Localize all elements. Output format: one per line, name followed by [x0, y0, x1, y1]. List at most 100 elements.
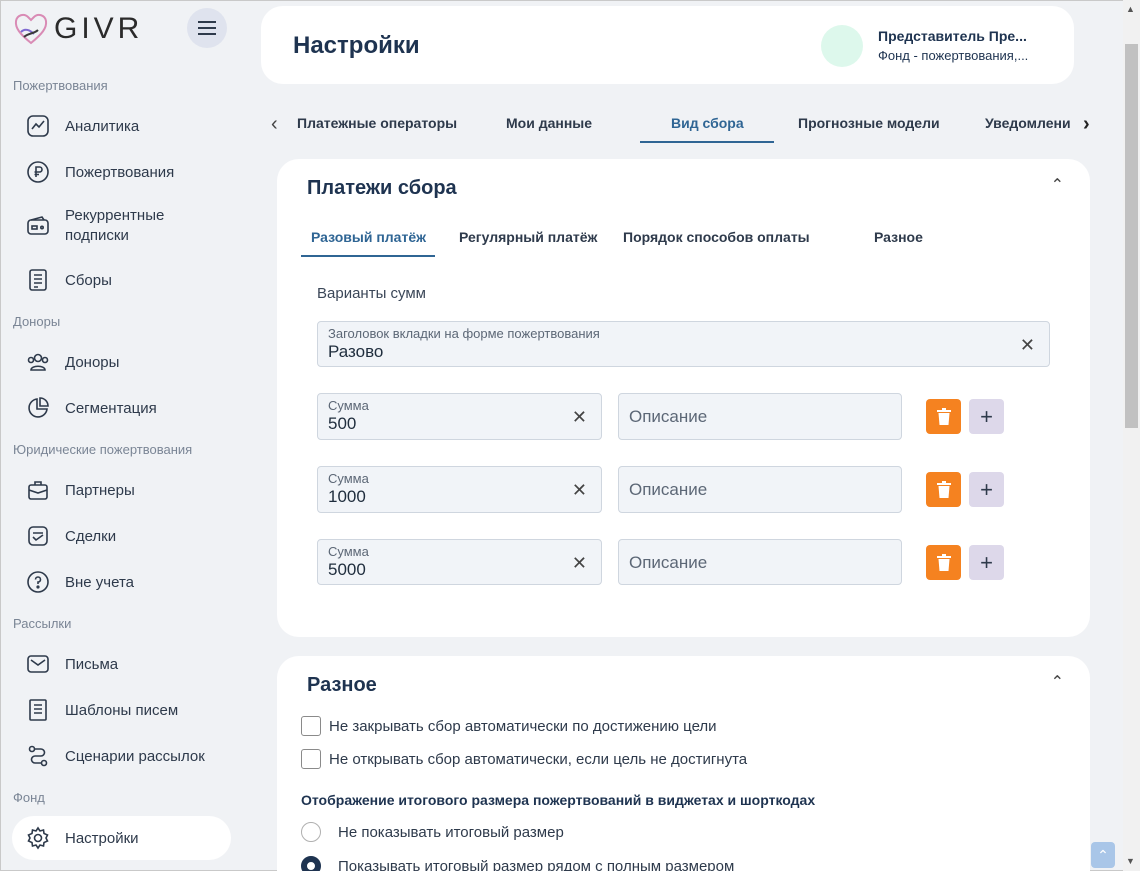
- sum-input[interactable]: Сумма 1000 ✕: [317, 466, 602, 513]
- scroll-to-top-button[interactable]: ⌃: [1091, 842, 1115, 868]
- scroll-down-arrow-icon[interactable]: ▼: [1126, 856, 1135, 866]
- sidebar-item-recurring[interactable]: Рекуррентные подписки: [12, 206, 231, 246]
- sidebar-item-scenarios[interactable]: Сценарии рассылок: [12, 742, 231, 770]
- description-input[interactable]: Описание: [618, 539, 902, 585]
- users-icon: [25, 349, 51, 375]
- sum-input[interactable]: Сумма 5000 ✕: [317, 539, 602, 585]
- sum-input[interactable]: Сумма 500 ✕: [317, 393, 602, 440]
- briefcase-icon: [25, 477, 51, 503]
- sidebar-item-label: Аналитика: [65, 117, 140, 135]
- sidebar-item-label: Письма: [65, 655, 119, 673]
- sidebar-item-label: Доноры: [65, 353, 120, 371]
- sidebar-item-donations[interactable]: Пожертвования: [12, 158, 231, 186]
- analytics-icon: [25, 113, 51, 139]
- avatar[interactable]: [821, 25, 863, 67]
- radio-button-selected[interactable]: [301, 856, 321, 871]
- plus-icon: +: [980, 549, 993, 575]
- logo[interactable]: GIVR: [12, 10, 143, 48]
- tab-my-data[interactable]: Мои данные: [506, 115, 592, 131]
- add-row-button[interactable]: +: [969, 399, 1004, 434]
- checkbox-row[interactable]: Не открывать сбор автоматически, если це…: [301, 749, 747, 769]
- subtab-payment-order[interactable]: Порядок способов оплаты: [623, 229, 810, 245]
- subtab-one-time[interactable]: Разовый платёж: [311, 229, 426, 245]
- sidebar-item-letters[interactable]: Письма: [12, 650, 231, 678]
- radio-button[interactable]: [301, 822, 321, 842]
- delete-row-button[interactable]: [926, 472, 961, 507]
- tab-forecast-models[interactable]: Прогнозные модели: [798, 115, 940, 131]
- tabs-next-arrow-icon[interactable]: ›: [1083, 113, 1090, 136]
- sum-value: 1000: [328, 487, 366, 506]
- subtab-misc[interactable]: Разное: [874, 229, 923, 245]
- description-placeholder: Описание: [629, 407, 708, 426]
- sidebar-item-partners[interactable]: Партнеры: [12, 476, 231, 504]
- trash-icon: [936, 408, 951, 425]
- sidebar-item-label: Пожертвования: [65, 163, 175, 181]
- plus-icon: +: [980, 476, 993, 502]
- delete-row-button[interactable]: [926, 545, 961, 580]
- sidebar-item-fundraisers[interactable]: Сборы: [12, 266, 231, 294]
- add-row-button[interactable]: +: [969, 545, 1004, 580]
- sidebar-item-label: Партнеры: [65, 481, 135, 499]
- tab-payment-operators[interactable]: Платежные операторы: [297, 115, 457, 131]
- ruble-icon: [25, 159, 51, 185]
- sidebar-item-templates[interactable]: Шаблоны писем: [12, 696, 231, 724]
- route-icon: [25, 743, 51, 769]
- radio-label: Показывать итоговый размер рядом с полны…: [338, 857, 735, 871]
- section-title-legal: Юридические пожертвования: [13, 442, 193, 457]
- question-icon: [25, 569, 51, 595]
- collapse-chevron-up-icon[interactable]: ⌃: [1051, 672, 1064, 692]
- checkbox-row[interactable]: Не закрывать сбор автоматически по дости…: [301, 716, 717, 736]
- subtab-regular[interactable]: Регулярный платёж: [459, 229, 597, 245]
- checkbox-label: Не открывать сбор автоматически, если це…: [329, 750, 748, 768]
- checkbox-label: Не закрывать сбор автоматически по дости…: [329, 717, 717, 735]
- section-title-donations: Пожертвования: [13, 78, 108, 93]
- tab-header-field[interactable]: Заголовок вкладки на форме пожертвования…: [317, 321, 1050, 367]
- sidebar-item-analytics[interactable]: Аналитика: [12, 112, 231, 140]
- page-scrollbar[interactable]: ▲ ▼: [1123, 0, 1140, 871]
- sidebar-item-label: Сборы: [65, 271, 112, 289]
- clear-icon[interactable]: ✕: [572, 480, 587, 501]
- sidebar-item-deals[interactable]: Сделки: [12, 522, 231, 550]
- scrollbar-thumb[interactable]: [1125, 44, 1138, 428]
- menu-toggle-button[interactable]: [187, 8, 227, 48]
- description-placeholder: Описание: [629, 480, 708, 499]
- active-subtab-indicator: [301, 255, 435, 257]
- sidebar-item-segmentation[interactable]: Сегментация: [12, 394, 231, 422]
- sidebar-item-settings[interactable]: Настройки: [12, 816, 231, 860]
- tab-notifications[interactable]: Уведомлени: [985, 115, 1070, 131]
- trash-icon: [936, 481, 951, 498]
- user-org[interactable]: Фонд - пожертвования,...: [878, 48, 1028, 63]
- page-title: Настройки: [293, 32, 420, 59]
- tabs-prev-arrow-icon[interactable]: ‹: [271, 113, 278, 136]
- tab-fundraiser-view[interactable]: Вид сбора: [671, 115, 744, 131]
- user-name[interactable]: Представитель Пре...: [878, 28, 1027, 44]
- clear-icon[interactable]: ✕: [1020, 335, 1035, 356]
- display-total-label: Отображение итогового размера пожертвова…: [301, 792, 816, 808]
- checkbox[interactable]: [301, 749, 321, 769]
- description-input[interactable]: Описание: [618, 466, 902, 513]
- radio-label: Не показывать итоговый размер: [338, 823, 564, 841]
- checkbox[interactable]: [301, 716, 321, 736]
- sidebar-item-label: Настройки: [65, 829, 139, 847]
- scroll-up-arrow-icon[interactable]: ▲: [1126, 4, 1135, 14]
- add-row-button[interactable]: +: [969, 472, 1004, 507]
- delete-row-button[interactable]: [926, 399, 961, 434]
- tab-header-field-value: Разово: [328, 342, 384, 361]
- section-title-fund: Фонд: [13, 790, 45, 805]
- sum-label: Сумма: [328, 471, 369, 486]
- radio-row[interactable]: Показывать итоговый размер рядом с полны…: [301, 856, 734, 871]
- collapse-chevron-up-icon[interactable]: ⌃: [1051, 175, 1064, 195]
- sidebar-item-label: Сценарии рассылок: [65, 747, 205, 765]
- sum-label: Сумма: [328, 398, 369, 413]
- pie-chart-icon: [25, 395, 51, 421]
- clear-icon[interactable]: ✕: [572, 407, 587, 428]
- active-tab-indicator: [640, 141, 774, 143]
- clear-icon[interactable]: ✕: [572, 553, 587, 574]
- hamburger-icon: [198, 21, 216, 35]
- description-input[interactable]: Описание: [618, 393, 902, 440]
- sidebar-item-label: Вне учета: [65, 573, 135, 591]
- sidebar-item-donors[interactable]: Доноры: [12, 348, 231, 376]
- header-card: Настройки Представитель Пре... Фонд - по…: [261, 6, 1074, 84]
- radio-row[interactable]: Не показывать итоговый размер: [301, 822, 564, 842]
- sidebar-item-off-book[interactable]: Вне учета: [12, 568, 231, 596]
